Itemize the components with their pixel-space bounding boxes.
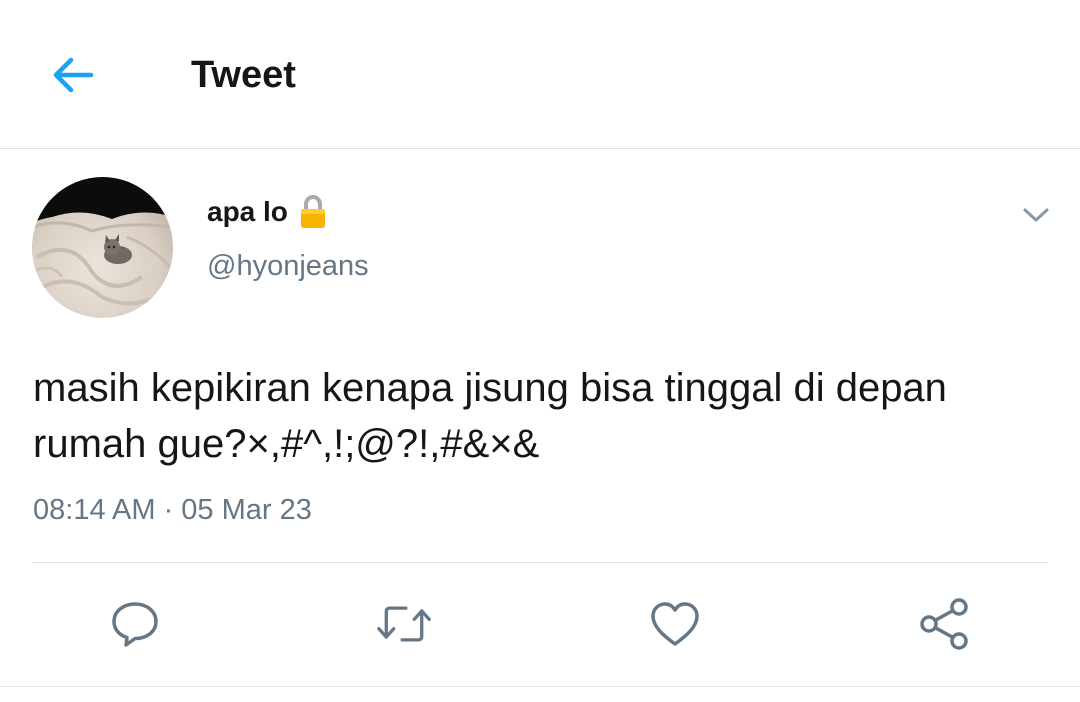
reply-button[interactable]: [107, 596, 163, 652]
chevron-down-icon: [1023, 208, 1049, 222]
retweet-button[interactable]: [376, 596, 432, 652]
display-name[interactable]: apa lo: [207, 196, 288, 228]
tweet-text: masih kepikiran kenapa jisung bisa tingg…: [33, 366, 947, 466]
divider: [0, 686, 1080, 687]
reply-icon: [112, 602, 158, 647]
arrow-left-icon: [53, 57, 94, 93]
share-button[interactable]: [917, 596, 973, 652]
divider: [32, 562, 1048, 563]
tweet-menu-button[interactable]: [1016, 198, 1056, 232]
top-bar: Tweet: [0, 0, 1080, 149]
tweet-timestamp: 08:14 AM · 05 Mar 23: [33, 494, 312, 526]
like-button[interactable]: [647, 596, 703, 652]
back-button[interactable]: [48, 52, 98, 98]
author-name-row: apa lo: [207, 192, 328, 232]
avatar[interactable]: [32, 177, 173, 318]
avatar-image: [32, 177, 173, 318]
lock-icon: [300, 195, 325, 228]
user-handle[interactable]: @hyonjeans: [207, 246, 369, 286]
retweet-icon: [377, 606, 431, 642]
share-icon: [920, 598, 968, 650]
like-icon: [651, 602, 699, 646]
page-title: Tweet: [191, 54, 296, 96]
